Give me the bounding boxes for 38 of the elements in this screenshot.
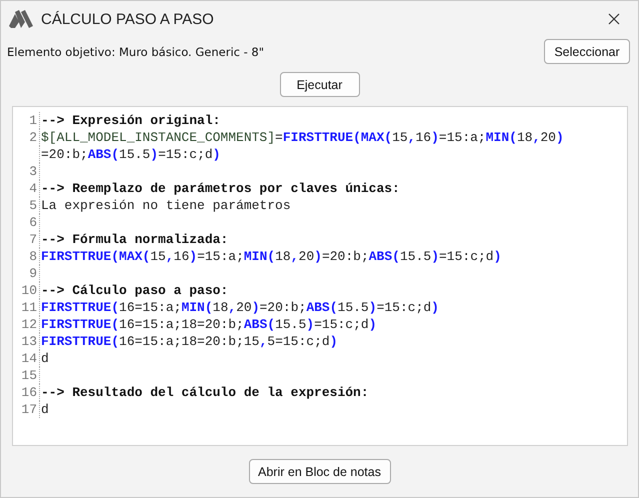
line-number: 14 (13, 350, 40, 367)
code-line: $[ALL_MODEL_INSTANCE_COMMENTS]=FIRSTTRUE(MAX(15,16)=15:a;MIN(18,20) (40, 129, 564, 146)
line-number: 13 (13, 333, 40, 350)
line-number: 5 (13, 197, 40, 214)
line-number: 1 (13, 112, 40, 129)
code-line: --> Reemplazo de parámetros por claves únicas: (40, 180, 400, 197)
line-number: 3 (13, 163, 40, 180)
code-line: =20:b;ABS(15.5)=15:c;d) (40, 146, 220, 163)
line-number: 4 (13, 180, 40, 197)
line-number: 7 (13, 231, 40, 248)
line-number: 17 (13, 401, 40, 418)
line-number: 12 (13, 316, 40, 333)
line-number: 8 (13, 248, 40, 265)
line-number: 11 (13, 299, 40, 316)
line-number: 10 (13, 282, 40, 299)
run-button[interactable]: Ejecutar (280, 72, 360, 97)
line-number: 16 (13, 384, 40, 401)
select-button[interactable]: Seleccionar (544, 39, 630, 64)
line-number: 9 (13, 265, 40, 282)
code-line: --> Fórmula normalizada: (40, 231, 228, 248)
code-line: --> Cálculo paso a paso: (40, 282, 228, 299)
line-number: 6 (13, 214, 40, 231)
line-number: 2 (13, 129, 40, 146)
code-line: FIRSTTRUE(16=15:a;18=20:b;15,5=15:c;d) (40, 333, 338, 350)
logo-icon (9, 10, 33, 28)
open-notepad-button[interactable]: Abrir en Bloc de notas (248, 459, 390, 484)
code-line: FIRSTTRUE(MAX(15,16)=15:a;MIN(18,20)=20:b;ABS(15.5)=15:c;d) (40, 248, 502, 265)
code-line: d (40, 350, 49, 367)
code-line: La expresión no tiene parámetros (40, 197, 291, 214)
target-element-label: Elemento objetivo: Muro básico. Generic - 8" (7, 44, 264, 58)
close-icon[interactable] (608, 13, 620, 25)
code-line: FIRSTTRUE(16=15:a;MIN(18,20)=20:b;ABS(15.5)=15:c;d) (40, 299, 439, 316)
code-line: d (40, 401, 49, 418)
window-title: CÁLCULO PASO A PASO (41, 10, 215, 28)
code-line: --> Resultado del cálculo de la expresión: (40, 384, 369, 401)
code-line: --> Expresión original: (40, 112, 220, 129)
line-number: 15 (13, 367, 40, 384)
code-line: FIRSTTRUE(16=15:a;18=20:b;ABS(15.5)=15:c;d) (40, 316, 377, 333)
